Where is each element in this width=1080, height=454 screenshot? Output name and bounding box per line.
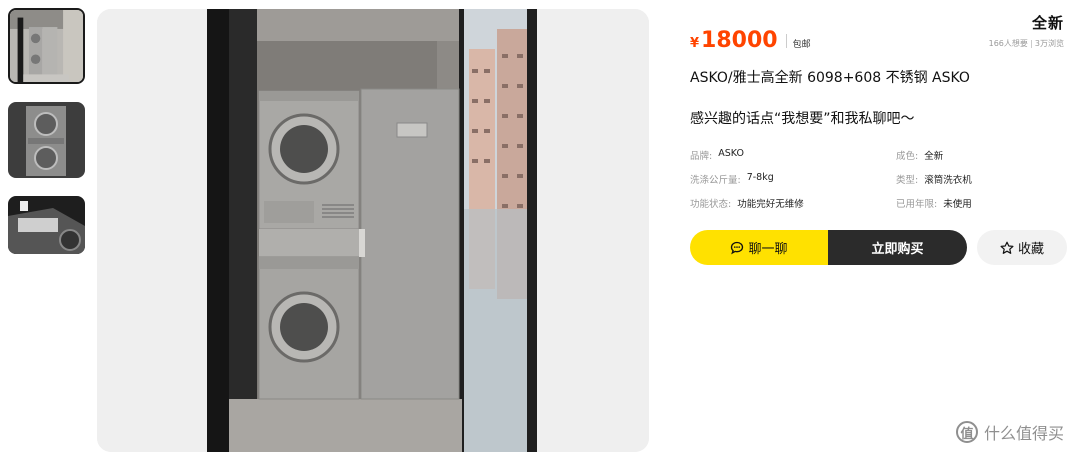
thumbnail-image-1: [10, 10, 83, 82]
spec-brand: 品牌: ASKO: [690, 148, 896, 162]
star-icon: [1000, 241, 1014, 254]
chat-button[interactable]: 聊一聊: [690, 230, 828, 265]
spec-value: 滚筒洗衣机: [924, 175, 972, 186]
thumbnail-list: [8, 8, 86, 272]
spec-years-used: 已用年限: 未使用: [896, 196, 972, 210]
favorite-button[interactable]: 收藏: [977, 230, 1067, 265]
price-row: ¥ 18000 包邮: [690, 28, 811, 53]
favorite-label: 收藏: [1017, 242, 1044, 257]
spec-value: 7-8kg: [746, 172, 774, 183]
spec-function-status: 功能状态: 功能完好无维修: [690, 196, 896, 210]
spec-value: ASKO: [718, 148, 744, 159]
thumbnail-1[interactable]: [8, 8, 85, 84]
watermark-logo: 值: [955, 421, 978, 443]
buy-now-label: 立即购买: [871, 242, 924, 257]
product-description: 感兴趣的话点“我想要”和我私聊吧～: [690, 111, 915, 127]
chat-bubble-icon: [731, 241, 744, 254]
spec-value: 功能完好无维修: [737, 199, 804, 210]
product-info-panel: 全新 ¥ 18000 包邮 166人想要 3万浏览 ASKO/雅士高全新 609…: [690, 0, 1074, 454]
thumbnail-image-3: [8, 196, 85, 254]
price-divider: [785, 33, 787, 48]
spec-capacity: 洗涤公斤量: 7-8kg: [690, 172, 896, 186]
views-count: 3万浏览: [1034, 39, 1064, 48]
spec-row: 洗涤公斤量: 7-8kg 类型: 滚筒洗衣机: [690, 167, 1074, 191]
spec-type: 类型: 滚筒洗衣机: [896, 172, 972, 186]
spec-row: 功能状态: 功能完好无维修 已用年限: 未使用: [690, 191, 1074, 215]
condition-badge-text: 全新: [1031, 14, 1064, 32]
thumbnail-2[interactable]: [8, 102, 85, 178]
spec-label: 已用年限:: [896, 199, 938, 210]
buy-now-button[interactable]: 立即购买: [828, 230, 967, 265]
currency-symbol: ¥: [690, 36, 700, 51]
watermark: 值 什么值得买: [955, 420, 1064, 444]
product-photo: [97, 9, 649, 452]
spec-value: 未使用: [943, 199, 972, 210]
spec-table: 品牌: ASKO 成色: 全新 洗涤公斤量: 7-8kg 类型: 滚筒洗衣机 功…: [690, 143, 1074, 215]
shipping-label: 包邮: [792, 40, 811, 50]
stats-divider: [1030, 39, 1032, 48]
condition-badge: 全新: [1031, 12, 1064, 33]
spec-value: 全新: [924, 151, 944, 162]
wants-count: 166人想要: [988, 39, 1028, 48]
stats: 166人想要 3万浏览: [989, 38, 1064, 49]
primary-button-group: 聊一聊 立即购买: [690, 230, 967, 265]
spec-label: 功能状态:: [690, 199, 732, 210]
spec-label: 成色:: [896, 151, 919, 162]
main-product-image[interactable]: [97, 9, 649, 452]
thumbnail-image-2: [8, 102, 85, 178]
spec-label: 洗涤公斤量:: [690, 175, 741, 186]
watermark-text: 什么值得买: [983, 424, 1064, 443]
spec-condition: 成色: 全新: [896, 148, 943, 162]
spec-label: 类型:: [896, 175, 919, 186]
spec-label: 品牌:: [690, 151, 713, 162]
chat-button-label: 聊一聊: [748, 242, 788, 257]
action-bar: 聊一聊 立即购买 收藏: [690, 230, 1067, 265]
product-title: ASKO/雅士高全新 6098+608 不锈钢 ASKO: [690, 70, 970, 86]
price-value: 18000: [701, 28, 778, 53]
thumbnail-3[interactable]: [8, 196, 85, 254]
spec-row: 品牌: ASKO 成色: 全新: [690, 143, 1074, 167]
